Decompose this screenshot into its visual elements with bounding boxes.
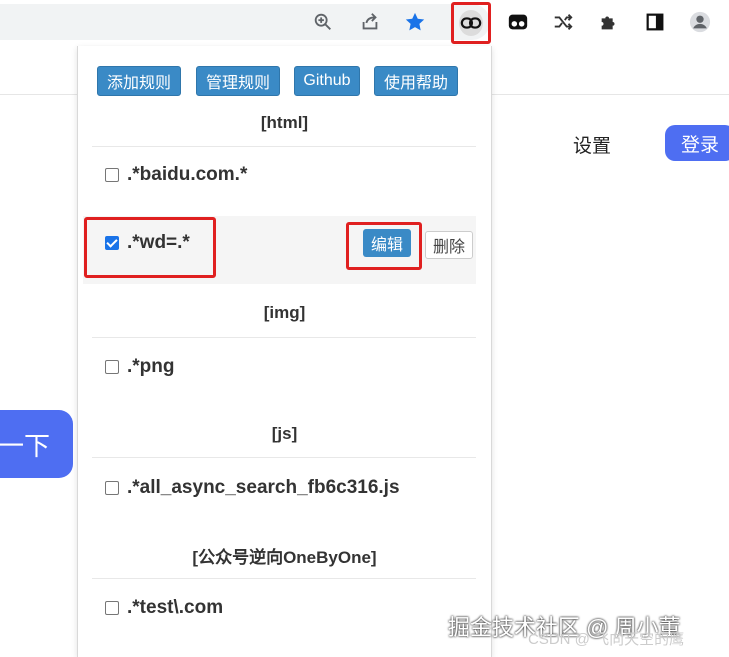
rule-pattern: .*png: [127, 356, 175, 377]
browser-toolbar: [0, 0, 729, 46]
highlight-box-rule: [84, 217, 216, 278]
delete-rule-button[interactable]: 删除: [425, 231, 473, 259]
rule-checkbox[interactable]: [105, 601, 119, 615]
puzzle-extensions-icon[interactable]: [595, 8, 623, 36]
shuffle-extension-icon[interactable]: [549, 8, 577, 36]
github-button[interactable]: Github: [294, 66, 360, 96]
tampermonkey-icon[interactable]: [504, 8, 532, 36]
highlight-box-edit: [346, 222, 422, 270]
rule-pattern: .*test\.com: [127, 597, 224, 618]
rule-row: .*baidu.com.*: [83, 144, 476, 212]
group-title-html: [html]: [260, 113, 309, 132]
settings-link[interactable]: 设置: [573, 131, 611, 158]
watermark-csdn: CSDN @ 飞向天空的鹰: [528, 631, 685, 648]
group-title-wechat: [公众号逆向OneByOne]: [192, 548, 377, 567]
search-button[interactable]: 一下: [0, 410, 73, 478]
rule-row: .*png: [83, 336, 476, 404]
manage-rules-button[interactable]: 管理规则: [196, 66, 280, 96]
link-extension-icon[interactable]: [451, 2, 491, 44]
login-button[interactable]: 登录: [665, 125, 729, 161]
group-title-img: [img]: [263, 303, 306, 322]
side-panel-icon[interactable]: [641, 8, 669, 36]
profile-avatar-icon[interactable]: [686, 8, 714, 36]
help-button[interactable]: 使用帮助: [374, 66, 458, 96]
group-title-js: [js]: [271, 424, 298, 443]
rule-row: .*test\.com: [83, 577, 476, 645]
rule-pattern: .*all_async_search_fb6c316.js: [127, 477, 400, 498]
share-icon[interactable]: [356, 8, 384, 36]
add-rule-button[interactable]: 添加规则: [97, 66, 181, 96]
extension-popup: 添加规则 管理规则 Github 使用帮助 [html] .*baidu.com…: [77, 46, 492, 657]
rule-checkbox[interactable]: [105, 481, 119, 495]
rule-pattern: .*baidu.com.*: [127, 164, 248, 185]
rule-checkbox[interactable]: [105, 360, 119, 374]
rule-checkbox[interactable]: [105, 168, 119, 182]
bookmark-star-icon[interactable]: [401, 8, 429, 36]
zoom-icon[interactable]: [309, 8, 337, 36]
rule-row: .*all_async_search_fb6c316.js: [83, 457, 476, 525]
